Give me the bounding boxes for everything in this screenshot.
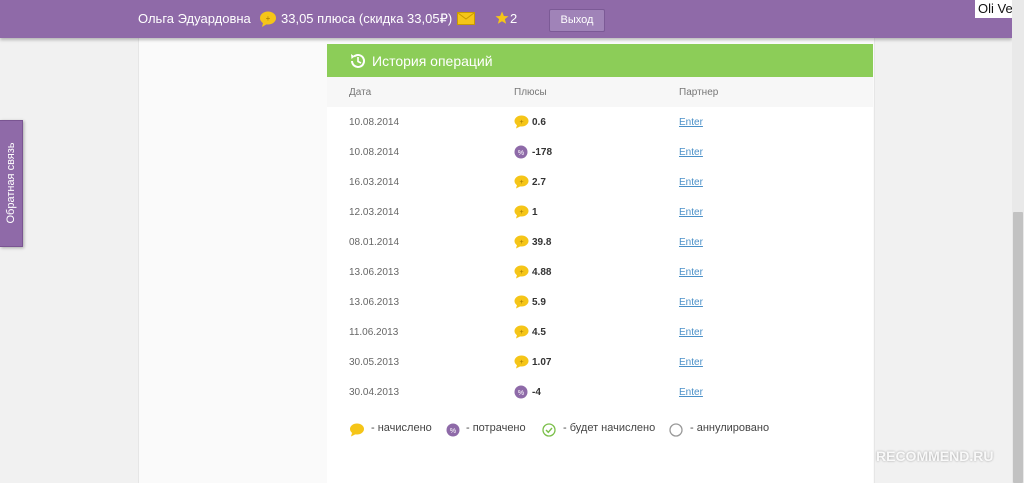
legend-cancelled: - аннулировано (690, 422, 770, 434)
row-amount: 5.9 (532, 297, 546, 308)
row-date: 08.01.2014 (349, 237, 400, 248)
history-row: 16.03.2014 +2.7 Enter (327, 167, 873, 197)
partner-link[interactable]: Enter (679, 357, 703, 368)
spent-icon: % (446, 423, 460, 437)
partner-link[interactable]: Enter (679, 387, 703, 398)
col-date: Дата (349, 87, 372, 98)
mail-icon[interactable] (457, 12, 475, 25)
coin-icon: + (514, 325, 529, 339)
scrollbar[interactable] (1012, 0, 1024, 483)
history-header: История операций (327, 44, 873, 77)
row-date: 13.06.2013 (349, 267, 400, 278)
history-panel: История операций Дата Плюсы Партнер 10.0… (327, 44, 873, 483)
scrollbar-thumb[interactable] (1013, 212, 1023, 483)
row-date: 10.08.2014 (349, 117, 400, 128)
svg-text:+: + (266, 14, 271, 23)
partner-link[interactable]: Enter (679, 267, 703, 278)
coin-icon: + (514, 205, 529, 219)
row-amount: 2.7 (532, 177, 546, 188)
legend: - начислено % - потрачено - будет начисл… (327, 422, 873, 442)
coin-icon: + (514, 115, 529, 129)
row-date: 30.05.2013 (349, 357, 400, 368)
stars-count: 2 (510, 11, 518, 26)
row-date: 12.03.2014 (349, 207, 400, 218)
history-title: История операций (372, 53, 493, 69)
watermark: RECOMMEND.RU (876, 448, 994, 464)
coin-icon: + (514, 265, 529, 279)
logout-button[interactable]: Выход (549, 9, 605, 32)
history-row: 10.08.2014% -178 Enter (327, 137, 873, 167)
feedback-tab[interactable]: Обратная связь (0, 120, 23, 247)
legend-pending: - будет начислено (563, 422, 656, 434)
legend-spent: - потрачено (466, 422, 526, 434)
svg-text:+: + (519, 269, 523, 276)
row-amount: 4.88 (532, 267, 552, 278)
svg-text:%: % (450, 428, 456, 435)
svg-text:+: + (519, 209, 523, 216)
coin-icon: + (514, 295, 529, 309)
row-amount: 39.8 (532, 237, 552, 248)
row-date: 11.06.2013 (349, 327, 399, 338)
user-name[interactable]: Ольга Эдуардовна (138, 11, 251, 26)
row-date: 30.04.2013 (349, 387, 400, 398)
points-balance: 33,05 плюса (скидка 33,05₽) (281, 11, 453, 26)
svg-text:+: + (519, 119, 523, 126)
spent-icon: % (514, 145, 528, 159)
coin-icon: + (514, 355, 529, 369)
partner-link[interactable]: Enter (679, 117, 703, 128)
row-amount: 0.6 (532, 117, 546, 128)
svg-text:+: + (519, 299, 523, 306)
partner-link[interactable]: Enter (679, 237, 703, 248)
row-amount: -4 (532, 387, 541, 398)
coin-icon: + (514, 175, 529, 189)
history-row: 11.06.2013 +4.5 Enter (327, 317, 873, 347)
partner-link[interactable]: Enter (679, 207, 703, 218)
column-headers: Дата Плюсы Партнер (327, 77, 873, 107)
row-amount: 4.5 (532, 327, 546, 338)
history-row: 13.06.2013 +5.9 Enter (327, 287, 873, 317)
svg-text:+: + (519, 329, 523, 336)
top-bar: Ольга Эдуардовна + 33,05 плюса (скидка 3… (0, 0, 1012, 38)
col-partner: Партнер (679, 87, 719, 98)
history-row: 30.05.2013 +1.07 Enter (327, 347, 873, 377)
row-amount: 1.07 (532, 357, 552, 368)
check-icon (542, 423, 556, 437)
star-icon (495, 11, 509, 24)
row-amount: -178 (532, 147, 553, 158)
history-row: 12.03.2014 +1 Enter (327, 197, 873, 227)
partner-link[interactable]: Enter (679, 327, 703, 338)
accrued-icon (350, 423, 364, 437)
svg-text:+: + (519, 239, 523, 246)
history-row: 10.08.2014 +0.6 Enter (327, 107, 873, 137)
svg-text:%: % (518, 150, 524, 157)
svg-text:%: % (518, 390, 524, 397)
cancelled-icon (669, 423, 683, 437)
col-pluses: Плюсы (514, 87, 547, 98)
history-icon (351, 53, 365, 68)
feedback-label: Обратная связь (5, 142, 17, 224)
svg-text:+: + (519, 359, 523, 366)
partner-link[interactable]: Enter (679, 147, 703, 158)
partner-link[interactable]: Enter (679, 297, 703, 308)
coin-icon: + (260, 11, 276, 27)
history-row: 13.06.2013 +4.88 Enter (327, 257, 873, 287)
history-row: 08.01.2014 +39.8 Enter (327, 227, 873, 257)
row-date: 10.08.2014 (349, 147, 400, 158)
partner-link[interactable]: Enter (679, 177, 703, 188)
row-amount: 1 (532, 207, 538, 218)
coin-icon: + (514, 235, 529, 249)
history-row: 30.04.2013% -4 Enter (327, 377, 873, 407)
row-date: 13.06.2013 (349, 297, 400, 308)
svg-text:+: + (519, 179, 523, 186)
legend-accrued: - начислено (371, 422, 432, 434)
row-date: 16.03.2014 (349, 177, 400, 188)
spent-icon: % (514, 385, 528, 399)
